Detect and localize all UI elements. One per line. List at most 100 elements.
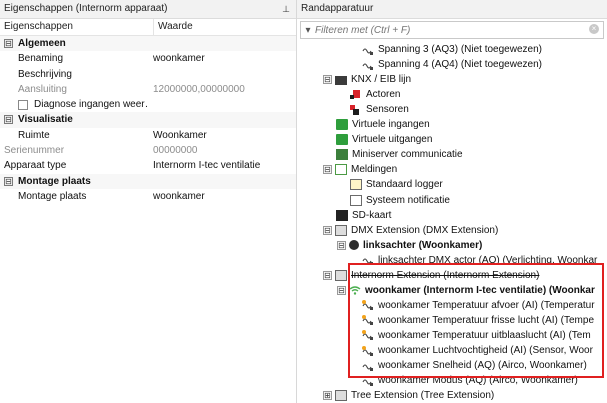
tree-item[interactable]: Systeem notificatie xyxy=(350,193,450,208)
diagnose-checkbox[interactable] xyxy=(18,99,28,110)
category-label: ⊟ Algemeen xyxy=(0,36,66,51)
tree-item[interactable]: SD-kaart xyxy=(336,208,391,223)
analog-out-icon xyxy=(362,60,374,70)
property-label: Benaming xyxy=(0,51,149,66)
notification-icon xyxy=(350,194,362,206)
virtual-out-icon xyxy=(336,134,348,146)
properties-title-text: Eigenschappen (Internorm apparaat) xyxy=(4,3,168,14)
property-label-text: Benaming xyxy=(18,53,64,65)
expand-toggle-icon[interactable]: ⊟ xyxy=(323,75,332,85)
tree-item-label: Standaard logger xyxy=(366,179,443,191)
tree-item-label: Sensoren xyxy=(366,104,409,116)
category-text: Visualisatie xyxy=(18,114,73,126)
collapse-icon[interactable]: ⊟ xyxy=(4,115,13,125)
category-row[interactable]: ⊟ Montage plaats xyxy=(0,173,296,189)
column-properties[interactable]: Eigenschappen xyxy=(0,19,153,35)
property-label: Diagnose ingangen weer… xyxy=(0,97,149,112)
peripherals-title-text: Randapparatuur xyxy=(301,3,374,14)
expand-toggle-icon[interactable]: ⊞ xyxy=(323,391,332,401)
tree-item-label: Miniserver communicatie xyxy=(352,149,463,161)
property-label: Serienummer xyxy=(0,143,149,158)
clear-filter-icon[interactable]: × xyxy=(589,24,599,34)
property-value[interactable]: Internorm I-tec ventilatie xyxy=(149,158,296,173)
device-icon xyxy=(335,75,347,85)
tree-item-label: Meldingen xyxy=(351,164,398,176)
tree-item[interactable]: Actoren xyxy=(350,87,400,102)
property-label: Apparaat type xyxy=(0,158,149,173)
category-label: ⊟ Montage plaats xyxy=(0,174,91,189)
property-label-text: Montage plaats xyxy=(18,190,87,202)
property-label: Montage plaats xyxy=(0,189,149,204)
tree-item[interactable]: Virtuele ingangen xyxy=(336,117,430,132)
property-row[interactable]: Ruimte Woonkamer xyxy=(0,128,296,143)
collapse-icon[interactable]: ⊟ xyxy=(4,176,13,186)
tree-item[interactable]: Miniserver communicatie xyxy=(336,147,463,162)
property-value[interactable]: woonkamer xyxy=(149,189,296,204)
pin-icon[interactable]: ⊥ xyxy=(282,0,290,18)
property-label-text: Aansluiting xyxy=(18,83,67,95)
collapse-icon[interactable]: ⊟ xyxy=(4,38,13,48)
column-value[interactable]: Waarde xyxy=(153,19,193,35)
sensor-group-icon xyxy=(350,104,362,116)
expand-toggle-icon[interactable]: ⊟ xyxy=(323,270,332,280)
tree-item[interactable]: ⊟ KNX / EIB lijn xyxy=(323,72,411,87)
properties-grid: ⊟ Algemeen Benaming woonkamer Beschrijving Aa… xyxy=(0,36,296,204)
property-row[interactable]: Serienummer 00000000 xyxy=(0,143,296,158)
tree-item[interactable]: Virtuele uitgangen xyxy=(336,132,432,147)
property-label-text: Beschrijving xyxy=(18,68,72,80)
tree-item[interactable]: ⊟ Meldingen xyxy=(323,162,397,177)
property-value[interactable]: woonkamer xyxy=(149,51,296,66)
category-row[interactable]: ⊟ Visualisatie xyxy=(0,112,296,128)
tree-item[interactable]: Standaard logger xyxy=(350,177,443,192)
tree-item[interactable]: Spanning 4 (AQ4) (Niet toegewezen) xyxy=(362,57,542,72)
analog-out-icon xyxy=(362,45,374,55)
property-row[interactable]: Montage plaats woonkamer xyxy=(0,189,296,204)
properties-panel: Eigenschappen (Internorm apparaat) ⊥ Eig… xyxy=(0,0,297,403)
property-label-text: Apparaat type xyxy=(4,160,67,172)
property-label: Beschrijving xyxy=(0,67,149,82)
tree-item-label: SD-kaart xyxy=(352,209,392,221)
virtual-in-icon xyxy=(336,119,348,131)
property-label: Ruimte xyxy=(0,128,149,143)
property-row[interactable]: Apparaat type Internorm I-tec ventilatie xyxy=(0,158,296,173)
property-row[interactable]: Aansluiting 12000000,00000000 xyxy=(0,82,296,97)
expand-toggle-icon[interactable]: ⊟ xyxy=(323,225,332,235)
tree-item-label: Virtuele ingangen xyxy=(352,119,430,131)
expand-toggle-icon[interactable]: ⊟ xyxy=(337,240,346,250)
extension-icon xyxy=(335,269,347,281)
link-icon xyxy=(349,240,359,251)
highlight-box xyxy=(348,263,604,378)
property-value[interactable]: Woonkamer xyxy=(149,128,296,143)
peripherals-panel-title: Randapparatuur xyxy=(297,0,607,19)
tree-item[interactable]: Sensoren xyxy=(350,102,409,117)
property-label: Aansluiting xyxy=(0,82,149,97)
tree-item-label: Spanning 3 (AQ3) (Niet toegewezen) xyxy=(378,44,542,55)
property-row[interactable]: Benaming woonkamer xyxy=(0,51,296,66)
extension-icon xyxy=(335,224,347,236)
filter-input[interactable] xyxy=(315,24,555,36)
tree-item[interactable]: ⊟ DMX Extension (DMX Extension) xyxy=(323,223,498,238)
messages-icon xyxy=(335,164,347,176)
property-value[interactable] xyxy=(149,67,296,82)
expand-toggle-icon[interactable]: ⊟ xyxy=(323,165,332,175)
category-row[interactable]: ⊟ Algemeen xyxy=(0,36,296,52)
filter-box[interactable]: ▾ × xyxy=(300,21,604,39)
category-label: ⊟ Visualisatie xyxy=(0,112,73,127)
property-row[interactable]: Diagnose ingangen weer… xyxy=(0,97,296,112)
property-label-text: Ruimte xyxy=(18,129,50,141)
property-value[interactable] xyxy=(149,97,296,112)
category-text: Montage plaats xyxy=(18,175,91,187)
property-row[interactable]: Beschrijving xyxy=(0,67,296,82)
properties-panel-title: Eigenschappen (Internorm apparaat) ⊥ xyxy=(0,0,296,19)
tree-item[interactable]: ⊟ linksachter (Woonkamer) xyxy=(337,238,482,253)
expand-toggle-icon[interactable]: ⊟ xyxy=(337,285,346,295)
funnel-icon: ▾ xyxy=(305,24,311,36)
property-value[interactable]: 12000000,00000000 xyxy=(149,82,296,97)
sd-card-icon xyxy=(336,209,348,221)
tree-item[interactable]: Spanning 3 (AQ3) (Niet toegewezen) xyxy=(362,42,542,57)
tree-item-label: KNX / EIB lijn xyxy=(351,74,412,86)
property-label-text: Diagnose ingangen weer… xyxy=(34,99,149,111)
tree-item[interactable]: ⊞ Tree Extension (Tree Extension) xyxy=(323,388,494,403)
tree-item-label: Actoren xyxy=(366,89,401,101)
property-value[interactable]: 00000000 xyxy=(149,143,296,158)
